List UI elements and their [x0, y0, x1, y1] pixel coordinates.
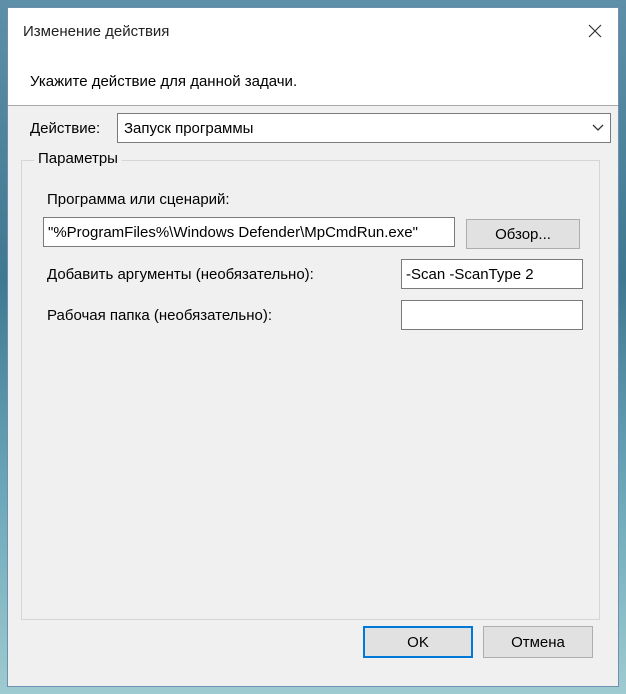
program-label: Программа или сценарий: — [47, 191, 230, 208]
arguments-input[interactable] — [401, 259, 583, 289]
chevron-down-icon — [592, 124, 604, 131]
edit-action-dialog: Изменение действия Укажите действие для … — [7, 7, 619, 687]
close-icon — [588, 24, 602, 38]
cancel-button[interactable]: Отмена — [483, 626, 593, 658]
browse-button[interactable]: Обзор... — [466, 219, 580, 249]
action-label: Действие: — [30, 120, 101, 137]
arguments-label: Добавить аргументы (необязательно): — [47, 266, 314, 283]
instruction-text: Укажите действие для данной задачи. — [30, 73, 298, 90]
action-selected-value: Запуск программы — [124, 120, 254, 137]
dialog-title: Изменение действия — [23, 23, 170, 40]
parameters-group-title: Параметры — [34, 150, 122, 167]
action-select[interactable]: Запуск программы — [117, 113, 611, 143]
program-input[interactable] — [43, 217, 455, 247]
workdir-input[interactable] — [401, 300, 583, 330]
close-button[interactable] — [572, 8, 618, 54]
workdir-label: Рабочая папка (необязательно): — [47, 307, 273, 324]
ok-button[interactable]: OK — [363, 626, 473, 658]
title-bar: Изменение действия — [8, 8, 618, 54]
instruction-panel: Укажите действие для данной задачи. — [8, 54, 618, 106]
